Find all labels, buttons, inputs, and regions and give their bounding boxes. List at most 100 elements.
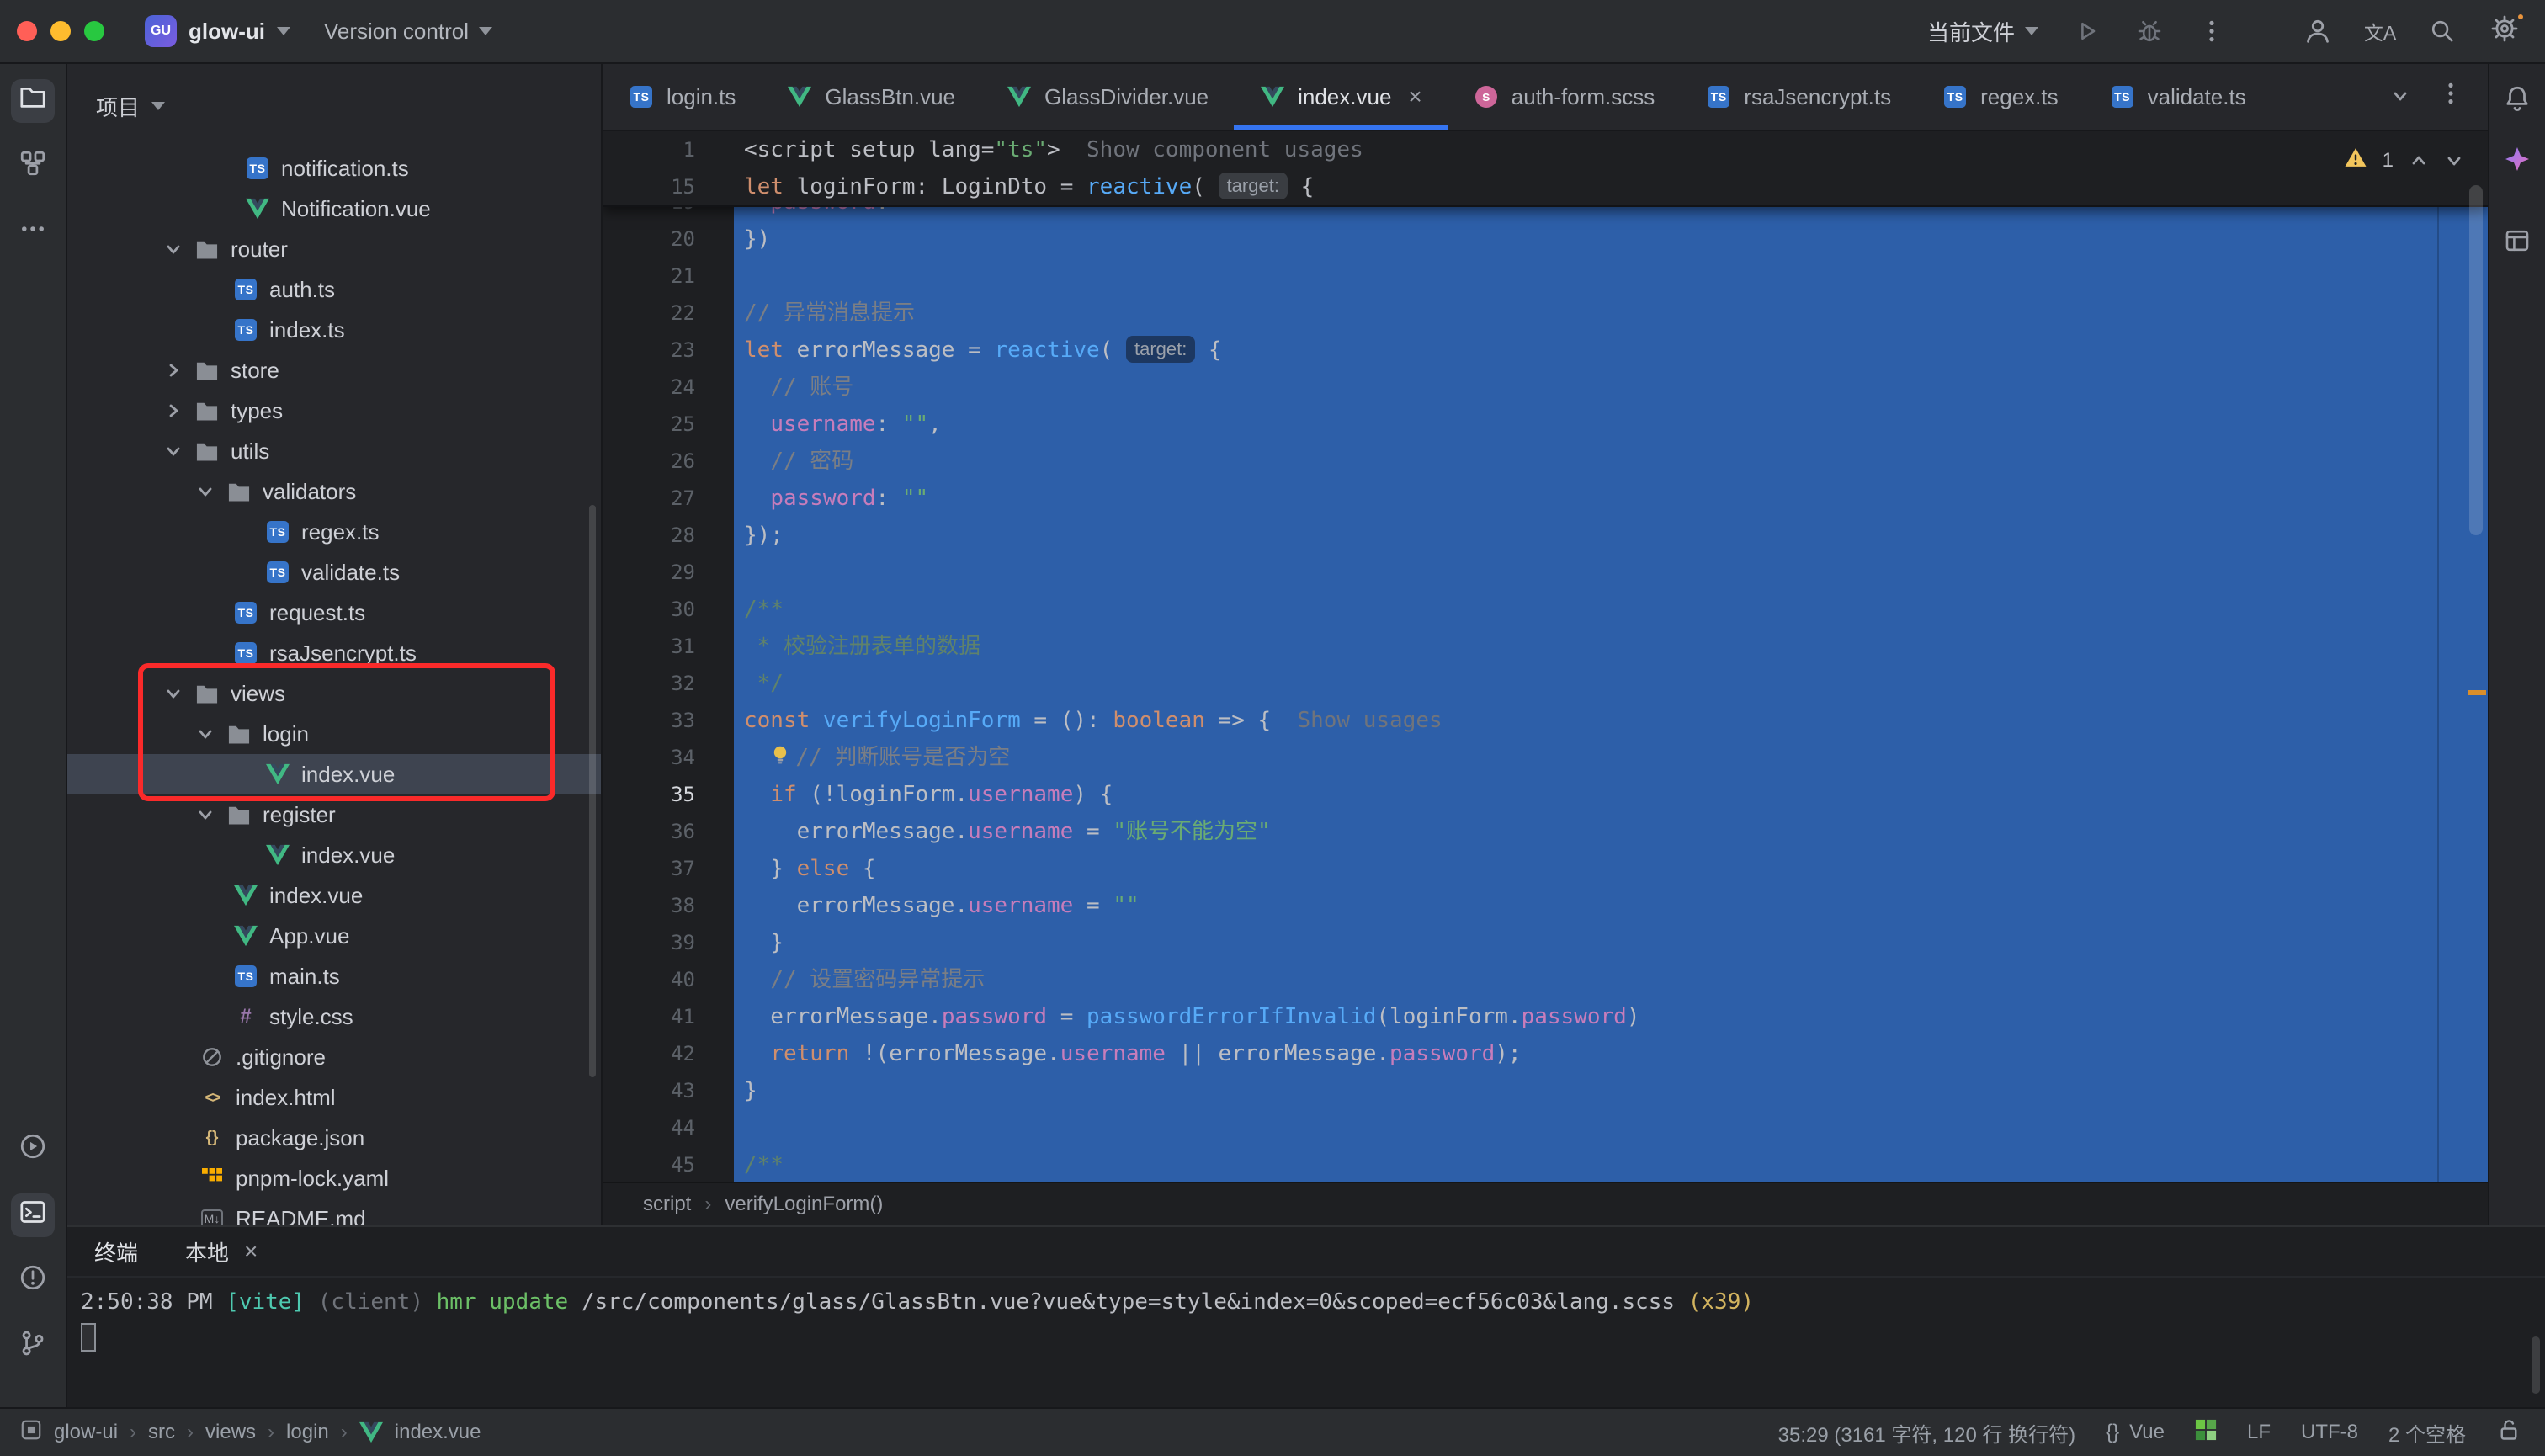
chevron-right-icon[interactable] [160,357,187,384]
file-type[interactable]: {}Vue [2106,1421,2165,1444]
tree-row-rsajsencrypt-ts[interactable]: TSrsaJsencrypt.ts [67,633,601,673]
sidebar-item-version-control[interactable] [11,1325,55,1368]
tree-row-index-ts[interactable]: TSindex.ts [67,310,601,350]
indent-style[interactable]: 2 个空格 [2388,1418,2466,1448]
minimize-window-button[interactable] [50,21,71,41]
line-number[interactable]: 30 [603,591,734,628]
tree-row-regex-ts[interactable]: TSregex.ts [67,512,601,552]
status-breadcrumb[interactable]: glow-ui›src›views›login›index.vue [20,1419,481,1447]
tree-row-auth-ts[interactable]: TSauth.ts [67,269,601,310]
editor-content[interactable]: 1<script setup lang="ts"> Show component… [603,131,2488,1182]
code-text[interactable]: errorMessage.username = "" [734,887,2488,924]
tree-row-index-vue[interactable]: index.vue [67,754,601,794]
code-text[interactable]: const verifyLoginForm = (): boolean => {… [734,702,2488,739]
breadcrumb-item-verifyloginform[interactable]: verifyLoginForm() [725,1193,883,1216]
search-icon[interactable] [2425,14,2459,48]
code-text[interactable]: // 异常消息提示 [734,295,2488,332]
line-number[interactable]: 19 [603,207,734,221]
breadcrumb-item-script[interactable]: script [643,1193,691,1216]
tree-row-index-vue[interactable]: index.vue [67,835,601,875]
code-text[interactable]: } [734,924,2488,961]
code-text[interactable]: */ [734,665,2488,702]
tree-row-pnpm-lock-yaml[interactable]: pnpm-lock.yaml [67,1158,601,1198]
tab-rsajsencrypt-ts[interactable]: TSrsaJsencrypt.ts [1680,64,1916,130]
chevron-down-icon[interactable] [160,438,187,465]
chevron-down-icon[interactable] [160,236,187,263]
line-number[interactable]: 40 [603,961,734,998]
code-text[interactable]: password: "" [734,207,2488,221]
tab-auth-form-scss[interactable]: sauth-form.scss [1448,64,1681,130]
line-number[interactable]: 21 [603,258,734,295]
line-number[interactable]: 45 [603,1146,734,1182]
caret-position[interactable]: 35:29 (3161 字符, 120 行 换行符) [1778,1418,2075,1448]
line-number[interactable]: 22 [603,295,734,332]
code-text[interactable]: * 校验注册表单的数据 [734,628,2488,665]
tree-row-request-ts[interactable]: TSrequest.ts [67,592,601,633]
sidebar-item-terminal[interactable] [11,1193,55,1237]
run-icon[interactable] [2070,14,2104,48]
tree-row-utils[interactable]: utils [67,431,601,471]
user-icon[interactable] [2301,14,2335,48]
sidebar-item-structure[interactable] [11,145,55,189]
tab-options-icon[interactable] [2437,80,2464,114]
debug-icon[interactable] [2133,14,2166,48]
tab-glassdivider-vue[interactable]: GlassDivider.vue [980,64,1234,130]
code-text[interactable]: // 账号 [734,369,2488,406]
line-number[interactable]: 37 [603,850,734,887]
tree-row-package-json[interactable]: {}package.json [67,1118,601,1158]
notifications-icon[interactable] [2503,84,2532,120]
line-number[interactable]: 31 [603,628,734,665]
line-number[interactable]: 20 [603,221,734,258]
sidebar-item-more[interactable] [11,210,55,254]
close-terminal-tab-icon[interactable]: × [244,1240,258,1263]
code-text[interactable]: /** [734,1146,2488,1182]
code-text[interactable] [734,554,2488,591]
tree-row-notification-ts[interactable]: TSnotification.ts [67,148,601,189]
plugin-grid-icon[interactable] [2195,1419,2217,1447]
code-text[interactable]: return !(errorMessage.username || errorM… [734,1035,2488,1072]
code-text[interactable]: <script setup lang="ts"> Show component … [734,131,2488,168]
tree-row-readme-md[interactable]: M↓README.md [67,1198,601,1225]
tree-row-app-vue[interactable]: App.vue [67,916,601,956]
sidebar-item-project[interactable] [11,79,55,123]
chevron-right-icon[interactable] [160,397,187,424]
status-path-glow-ui[interactable]: glow-ui [54,1421,118,1444]
tree-row-notification-vue[interactable]: Notification.vue [67,189,601,229]
line-number[interactable]: 39 [603,924,734,961]
vcs-widget[interactable]: Version control [324,19,492,45]
line-number[interactable]: 41 [603,998,734,1035]
line-number[interactable]: 35 [603,776,734,813]
ui-preview-icon[interactable] [2504,227,2531,261]
line-number[interactable]: 28 [603,517,734,554]
project-panel-header[interactable]: 项目 [67,64,601,148]
status-path-views[interactable]: views [205,1421,256,1444]
intention-bulb-icon[interactable] [770,741,790,778]
code-text[interactable]: // 设置密码异常提示 [734,961,2488,998]
tab-regex-ts[interactable]: TSregex.ts [1916,64,2084,130]
code-text[interactable]: let loginForm: LoginDto = reactive( targ… [734,168,2488,205]
zoom-window-button[interactable] [84,21,104,41]
tab-index-vue[interactable]: index.vue× [1234,64,1448,130]
chevron-down-icon[interactable] [160,680,187,707]
line-number[interactable]: 1 [603,131,734,168]
code-text[interactable]: /** [734,591,2488,628]
tree-row-register[interactable]: register [67,794,601,835]
chevron-down-icon[interactable] [192,478,219,505]
code-text[interactable]: }); [734,517,2488,554]
line-number[interactable]: 15 [603,168,734,205]
file-encoding[interactable]: UTF-8 [2301,1421,2358,1444]
tree-row-views[interactable]: views [67,673,601,714]
line-number[interactable]: 26 [603,443,734,480]
close-window-button[interactable] [17,21,37,41]
tree-row-validators[interactable]: validators [67,471,601,512]
line-number[interactable]: 23 [603,332,734,369]
code-text[interactable]: } [734,1072,2488,1109]
status-path-src[interactable]: src [148,1421,175,1444]
inspection-widget[interactable]: 1 [2344,146,2464,174]
line-number[interactable]: 34 [603,739,734,776]
more-vertical-icon[interactable] [2195,14,2229,48]
line-number[interactable]: 33 [603,702,734,739]
line-number[interactable]: 27 [603,480,734,517]
tab-login-ts[interactable]: TSlogin.ts [603,64,761,130]
editor-scrollbar-thumb[interactable] [2469,185,2483,535]
